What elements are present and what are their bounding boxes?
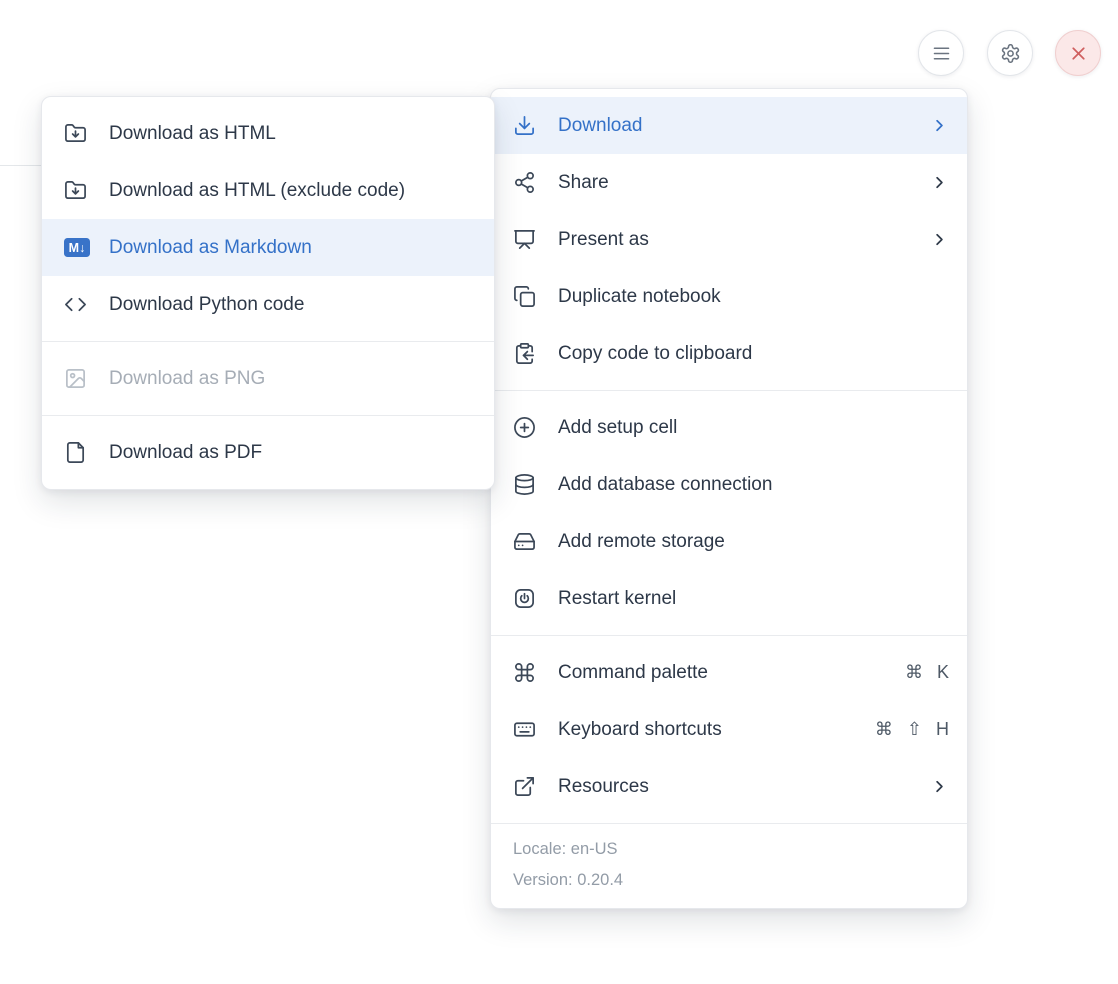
submenu-item-label: Download as PNG <box>109 368 476 390</box>
menu-item-label: Add setup cell <box>558 417 949 439</box>
locale-text: Locale: en-US <box>491 834 967 865</box>
share-icon <box>513 171 539 194</box>
image-icon <box>64 367 90 390</box>
page-edge-divider <box>0 165 41 166</box>
markdown-icon: M↓ <box>64 238 90 257</box>
hamburger-menu-button[interactable] <box>918 30 964 76</box>
menu-item-label: Restart kernel <box>558 588 949 610</box>
chevron-right-icon <box>930 173 949 192</box>
chevron-right-icon <box>930 230 949 249</box>
submenu-group-pdf: Download as PDF <box>42 416 494 489</box>
menu-item-copy-code[interactable]: Copy code to clipboard <box>491 325 967 382</box>
menu-item-label: Copy code to clipboard <box>558 343 949 365</box>
menu-item-label: Present as <box>558 229 911 251</box>
menu-item-restart-kernel[interactable]: Restart kernel <box>491 570 967 627</box>
download-submenu: Download as HTML Download as HTML (exclu… <box>41 96 495 490</box>
hard-drive-icon <box>513 530 539 553</box>
submenu-group-documents: Download as HTML Download as HTML (exclu… <box>42 97 494 341</box>
submenu-item-download-markdown[interactable]: M↓ Download as Markdown <box>42 219 494 276</box>
presentation-icon <box>513 228 539 251</box>
settings-gear-icon <box>1000 43 1021 64</box>
menu-item-download[interactable]: Download <box>491 97 967 154</box>
submenu-item-download-html-exclude-code[interactable]: Download as HTML (exclude code) <box>42 162 494 219</box>
menu-item-label: Resources <box>558 776 911 798</box>
chevron-right-icon <box>930 116 949 135</box>
close-x-icon <box>1068 43 1089 64</box>
menu-item-keyboard-shortcuts[interactable]: Keyboard shortcuts ⌘ ⇧ H <box>491 701 967 758</box>
version-text: Version: 0.20.4 <box>491 865 967 896</box>
menu-item-label: Add remote storage <box>558 531 949 553</box>
menu-item-add-setup-cell[interactable]: Add setup cell <box>491 399 967 456</box>
menu-item-present-as[interactable]: Present as <box>491 211 967 268</box>
submenu-item-label: Download as PDF <box>109 442 476 464</box>
menu-item-label: Duplicate notebook <box>558 286 949 308</box>
submenu-item-label: Download as Markdown <box>109 237 476 259</box>
submenu-item-download-png: Download as PNG <box>42 350 494 407</box>
submenu-item-download-python[interactable]: Download Python code <box>42 276 494 333</box>
submenu-item-label: Download Python code <box>109 294 476 316</box>
submenu-item-label: Download as HTML (exclude code) <box>109 180 476 202</box>
shortcut-hint: ⌘ ⇧ H <box>875 719 949 740</box>
menu-item-add-remote-storage[interactable]: Add remote storage <box>491 513 967 570</box>
hamburger-menu-icon <box>931 43 952 64</box>
markdown-badge: M↓ <box>64 238 90 257</box>
menu-item-add-database-connection[interactable]: Add database connection <box>491 456 967 513</box>
folder-download-icon <box>64 122 90 145</box>
plus-circle-icon <box>513 416 539 439</box>
code-icon <box>64 293 90 316</box>
close-button[interactable] <box>1055 30 1101 76</box>
submenu-item-download-pdf[interactable]: Download as PDF <box>42 424 494 481</box>
command-icon <box>513 661 539 684</box>
notebook-actions-menu: Download Share Present as <box>490 88 968 909</box>
menu-item-label: Keyboard shortcuts <box>558 719 856 741</box>
menu-footer: Locale: en-US Version: 0.20.4 <box>491 824 967 908</box>
menu-item-command-palette[interactable]: Command palette ⌘ K <box>491 644 967 701</box>
submenu-item-label: Download as HTML <box>109 123 476 145</box>
folder-download-icon <box>64 179 90 202</box>
keyboard-icon <box>513 718 539 741</box>
file-icon <box>64 441 90 464</box>
duplicate-icon <box>513 285 539 308</box>
power-icon <box>513 587 539 610</box>
submenu-group-png: Download as PNG <box>42 342 494 415</box>
download-icon <box>513 114 539 137</box>
settings-button[interactable] <box>987 30 1033 76</box>
menu-item-label: Share <box>558 172 911 194</box>
menu-item-label: Download <box>558 115 911 137</box>
menu-item-resources[interactable]: Resources <box>491 758 967 815</box>
menu-group-kernel: Add setup cell Add database connection A… <box>491 391 967 635</box>
menu-item-duplicate-notebook[interactable]: Duplicate notebook <box>491 268 967 325</box>
external-link-icon <box>513 775 539 798</box>
chevron-right-icon <box>930 777 949 796</box>
menu-item-label: Add database connection <box>558 474 949 496</box>
clipboard-copy-icon <box>513 342 539 365</box>
shortcut-hint: ⌘ K <box>905 662 949 683</box>
database-icon <box>513 473 539 496</box>
menu-group-help: Command palette ⌘ K Keyboard shortcuts ⌘… <box>491 636 967 823</box>
submenu-item-download-html[interactable]: Download as HTML <box>42 105 494 162</box>
menu-item-share[interactable]: Share <box>491 154 967 211</box>
menu-group-share: Download Share Present as <box>491 89 967 390</box>
menu-item-label: Command palette <box>558 662 886 684</box>
